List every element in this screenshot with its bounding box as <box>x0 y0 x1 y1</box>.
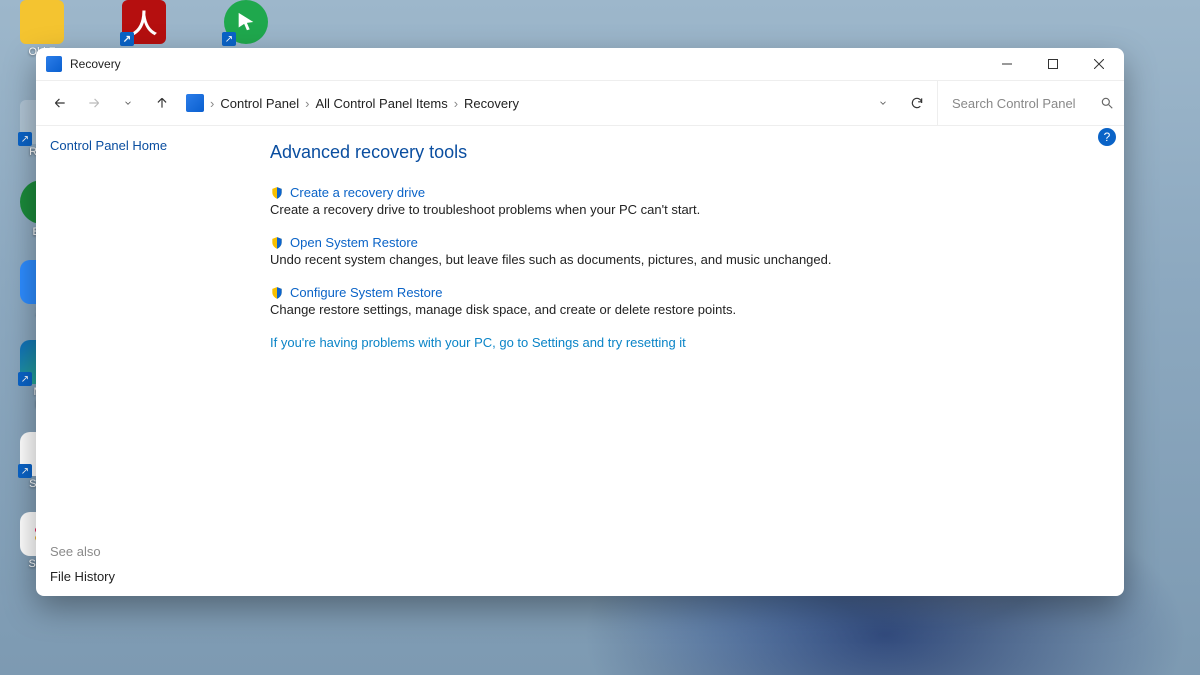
chevron-right-icon: › <box>454 96 458 111</box>
see-also-file-history-link[interactable]: File History <box>50 569 234 584</box>
item-description: Change restore settings, manage disk spa… <box>270 302 1102 317</box>
see-also-header: See also <box>50 544 234 559</box>
breadcrumb-history-button[interactable] <box>869 89 897 117</box>
address-bar: › Control Panel › All Control Panel Item… <box>36 80 1124 126</box>
cursor-icon <box>235 11 257 33</box>
shortcut-arrow-icon <box>18 464 32 478</box>
open-system-restore-link[interactable]: Open System Restore <box>290 235 418 250</box>
breadcrumb-item[interactable]: Recovery <box>464 96 519 111</box>
search-box[interactable] <box>937 81 1114 125</box>
minimize-icon <box>1002 59 1012 69</box>
shortcut-arrow-icon <box>120 32 134 46</box>
refresh-icon <box>910 96 924 110</box>
content-area: Control Panel Home See also File History… <box>36 126 1124 596</box>
shield-icon <box>270 186 284 200</box>
close-button[interactable] <box>1076 48 1122 80</box>
chevron-down-icon <box>123 98 133 108</box>
recovery-item-configure-system-restore: Configure System Restore Change restore … <box>270 285 1102 317</box>
shortcut-arrow-icon <box>18 372 32 386</box>
recent-dropdown-button[interactable] <box>114 89 142 117</box>
app-icon <box>46 56 62 72</box>
item-description: Undo recent system changes, but leave fi… <box>270 252 1102 267</box>
forward-button[interactable] <box>80 89 108 117</box>
item-description: Create a recovery drive to troubleshoot … <box>270 202 1102 217</box>
reset-pc-link[interactable]: If you're having problems with your PC, … <box>270 335 1102 350</box>
page-title: Advanced recovery tools <box>270 142 1102 163</box>
maximize-icon <box>1048 59 1058 69</box>
titlebar[interactable]: Recovery <box>36 48 1124 80</box>
up-button[interactable] <box>148 89 176 117</box>
search-icon <box>1100 96 1114 110</box>
breadcrumb-item[interactable]: Control Panel <box>220 96 299 111</box>
shortcut-arrow-icon <box>18 132 32 146</box>
help-button[interactable]: ? <box>1098 128 1116 146</box>
sidebar: Control Panel Home See also File History <box>36 126 248 596</box>
control-panel-icon <box>186 94 204 112</box>
window-recovery: Recovery › Control Panel › All Control P… <box>36 48 1124 596</box>
main-panel: ? Advanced recovery tools Create a recov… <box>248 126 1124 596</box>
window-title: Recovery <box>70 57 121 71</box>
configure-system-restore-link[interactable]: Configure System Restore <box>290 285 442 300</box>
minimize-button[interactable] <box>984 48 1030 80</box>
refresh-button[interactable] <box>903 89 931 117</box>
arrow-right-icon <box>87 96 101 110</box>
recovery-item-open-system-restore: Open System Restore Undo recent system c… <box>270 235 1102 267</box>
recovery-item-create-drive: Create a recovery drive Create a recover… <box>270 185 1102 217</box>
maximize-button[interactable] <box>1030 48 1076 80</box>
search-input[interactable] <box>950 95 1094 112</box>
shield-icon <box>270 286 284 300</box>
shield-icon <box>270 236 284 250</box>
control-panel-home-link[interactable]: Control Panel Home <box>50 138 234 153</box>
shortcut-arrow-icon <box>222 32 236 46</box>
arrow-up-icon <box>155 96 169 110</box>
chevron-right-icon: › <box>305 96 309 111</box>
close-icon <box>1094 59 1104 69</box>
back-button[interactable] <box>46 89 74 117</box>
breadcrumb-item[interactable]: All Control Panel Items <box>315 96 447 111</box>
breadcrumb[interactable]: › Control Panel › All Control Panel Item… <box>186 94 519 112</box>
chevron-down-icon <box>878 98 888 108</box>
chevron-right-icon: › <box>210 96 214 111</box>
arrow-left-icon <box>53 96 67 110</box>
create-recovery-drive-link[interactable]: Create a recovery drive <box>290 185 425 200</box>
